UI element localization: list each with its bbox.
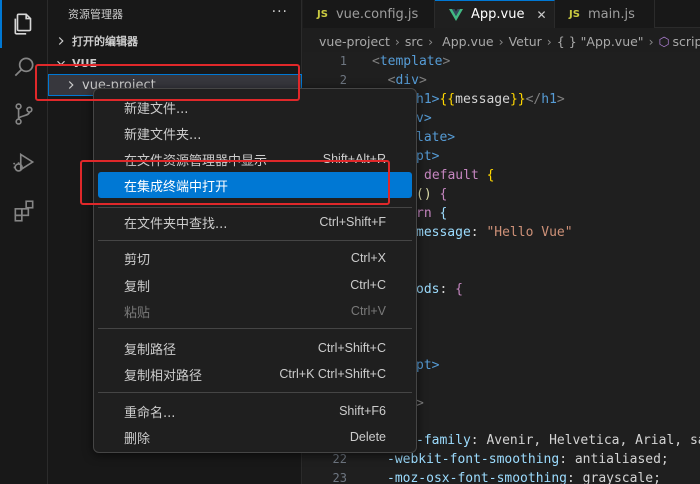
code-line: message: "Hello Vue" bbox=[416, 225, 573, 240]
breadcrumb-item[interactable]: Vetur bbox=[509, 34, 542, 49]
line-number: 1 bbox=[339, 54, 347, 68]
code-line: h1>{{message}}</h1> bbox=[416, 92, 565, 107]
context-menu: 新建文件... 新建文件夹... 在文件资源管理器中显示 Shift+Alt+R … bbox=[93, 88, 417, 453]
code-line: ods: { bbox=[416, 282, 463, 297]
annotation-box-terminal bbox=[80, 160, 390, 205]
breadcrumb-item[interactable]: vue-project bbox=[319, 34, 390, 49]
code-line: pt> bbox=[416, 149, 440, 164]
breadcrumb-separator-icon: › bbox=[648, 33, 654, 49]
extensions-icon[interactable] bbox=[0, 187, 48, 235]
js-file-icon: JS bbox=[317, 8, 328, 20]
code-line: > bbox=[416, 396, 424, 411]
editor-tabs: JS vue.config.js App.vue ✕ JS main.js bbox=[303, 0, 700, 28]
menu-item-new-folder[interactable]: 新建文件夹... bbox=[98, 120, 412, 146]
code-line: -family: Avenir, Helvetica, Arial, sa bbox=[416, 433, 700, 448]
menu-item-delete[interactable]: 删除 Delete bbox=[98, 424, 412, 450]
code-line: pt> bbox=[416, 358, 440, 373]
menu-item-rename[interactable]: 重命名... Shift+F6 bbox=[98, 398, 412, 424]
tab-vue-config[interactable]: JS vue.config.js bbox=[303, 0, 435, 28]
js-file-icon: JS bbox=[569, 8, 580, 20]
more-actions-icon[interactable]: ··· bbox=[272, 4, 288, 20]
close-icon[interactable]: ✕ bbox=[536, 8, 546, 22]
breadcrumb-item[interactable]: { } "App.vue" bbox=[557, 34, 644, 49]
menu-separator bbox=[98, 328, 412, 329]
breadcrumb-separator-icon: › bbox=[428, 33, 434, 49]
open-editors-label: 打开的编辑器 bbox=[72, 35, 138, 48]
menu-item-copy[interactable]: 复制 Ctrl+C bbox=[98, 272, 412, 298]
tab-app-vue[interactable]: App.vue ✕ bbox=[435, 0, 555, 28]
chevron-right-icon bbox=[58, 37, 64, 45]
breadcrumb-separator-icon: › bbox=[546, 33, 552, 49]
breadcrumb-item[interactable]: App.vue bbox=[442, 34, 493, 49]
menu-item-cut[interactable]: 剪切 Ctrl+X bbox=[98, 245, 412, 271]
menu-item-copy-path[interactable]: 复制路径 Ctrl+Shift+C bbox=[98, 335, 412, 361]
menu-item-copy-relative-path[interactable]: 复制相对路径 Ctrl+K Ctrl+Shift+C bbox=[98, 361, 412, 387]
code-line: () { bbox=[416, 187, 448, 202]
menu-separator bbox=[98, 240, 412, 241]
run-debug-icon[interactable] bbox=[0, 138, 48, 186]
code-line: v> bbox=[416, 111, 432, 126]
vue-file-icon bbox=[449, 8, 463, 21]
menu-item-paste[interactable]: 粘贴 Ctrl+V bbox=[98, 298, 412, 324]
breadcrumb-item[interactable]: src bbox=[405, 34, 423, 49]
code-line: -webkit-font-smoothing: antialiased; bbox=[387, 452, 669, 467]
code-line: -moz-osx-font-smoothing: grayscale; bbox=[387, 471, 661, 484]
menu-item-find-in-folder[interactable]: 在文件夹中查找... Ctrl+Shift+F bbox=[98, 209, 412, 235]
line-number: 23 bbox=[332, 471, 347, 484]
tab-label: App.vue bbox=[471, 7, 525, 22]
breadcrumb-separator-icon: › bbox=[498, 33, 504, 49]
symbol-icon: ⬡ bbox=[658, 33, 670, 49]
menu-separator bbox=[98, 207, 412, 208]
explorer-icon[interactable] bbox=[0, 0, 48, 48]
tab-label: vue.config.js bbox=[335, 6, 419, 22]
menu-separator bbox=[98, 392, 412, 393]
breadcrumb-separator-icon: › bbox=[394, 33, 400, 49]
breadcrumb: vue-project › src › App.vue › Vetur › { } "A… bbox=[303, 30, 700, 52]
code-line: <template> bbox=[372, 54, 451, 69]
open-editors-section[interactable]: 打开的编辑器 bbox=[48, 30, 302, 52]
code-line: rn { bbox=[416, 206, 448, 221]
breadcrumb-item[interactable]: script bbox=[672, 34, 700, 49]
code-line: default { bbox=[424, 168, 495, 183]
tab-main-js[interactable]: JS main.js bbox=[555, 0, 655, 28]
annotation-box-project bbox=[35, 64, 300, 101]
code-line: late> bbox=[416, 130, 456, 145]
explorer-title: 资源管理器 bbox=[68, 8, 123, 21]
explorer-header: 资源管理器 ··· bbox=[48, 0, 302, 28]
tab-label: main.js bbox=[587, 6, 635, 22]
